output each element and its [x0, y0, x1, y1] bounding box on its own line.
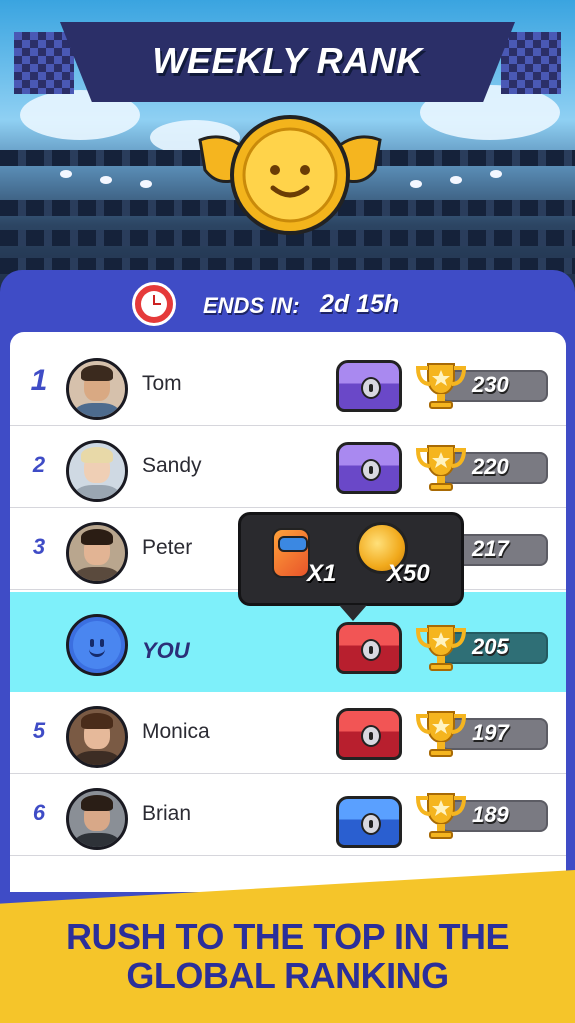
rank-number: 6 — [32, 800, 46, 825]
winged-coin-icon — [198, 115, 382, 235]
avatar — [66, 706, 128, 768]
timer-label: ENDS IN: — [203, 293, 300, 318]
rank-number: 2 — [32, 452, 46, 477]
avatar — [66, 358, 128, 420]
avatar — [66, 788, 128, 850]
trophy-icon — [415, 625, 467, 671]
purple-chest-icon[interactable] — [336, 442, 402, 494]
red-chest-icon[interactable] — [336, 708, 402, 760]
player-name: Brian — [142, 802, 192, 825]
coin-quantity: X50 — [387, 560, 430, 587]
timer-row: ENDS IN: 2d 15h — [0, 282, 575, 326]
rank-number: 5 — [32, 718, 46, 743]
player-name: Peter — [142, 536, 193, 559]
page-title: WEEKLY RANK — [152, 40, 423, 81]
avatar — [66, 440, 128, 502]
clock-icon — [132, 282, 176, 326]
red-chest-icon[interactable] — [336, 622, 402, 674]
stadium-light — [140, 180, 152, 188]
stadium-light — [490, 170, 502, 178]
promo-text-line-2: GLOBAL RANKING — [126, 955, 449, 996]
score-value: 230 — [472, 372, 509, 397]
energy-icon — [272, 528, 310, 578]
score-value: 205 — [472, 634, 509, 659]
leaderboard-list[interactable]: 1 Tom 230 2 Sandy 220 3 Peter 217 YOU 20… — [10, 332, 566, 892]
player-name: YOU — [142, 638, 190, 663]
avatar — [66, 522, 128, 584]
trophy-icon — [415, 363, 467, 409]
promo-text-line-1: RUSH TO THE TOP IN THE — [65, 916, 510, 957]
player-name: Sandy — [142, 454, 202, 477]
player-name: Tom — [142, 372, 182, 395]
purple-chest-icon[interactable] — [336, 360, 402, 412]
rank-number: 1 — [30, 364, 48, 397]
trophy-icon — [415, 711, 467, 757]
stadium-light — [450, 176, 462, 184]
score-value: 217 — [472, 536, 509, 561]
leaderboard-row[interactable]: 1 Tom 230 — [10, 344, 566, 426]
leaderboard-row[interactable]: 5 Monica 197 — [10, 692, 566, 774]
energy-quantity: X1 — [307, 560, 337, 587]
leaderboard-row[interactable]: 2 Sandy 220 — [10, 426, 566, 508]
score-value: 189 — [472, 802, 509, 827]
blue-chest-icon[interactable] — [336, 796, 402, 848]
avatar — [66, 614, 128, 676]
leaderboard-row[interactable]: 6 Brian 189 — [10, 774, 566, 856]
stadium-light — [60, 170, 72, 178]
score-value: 220 — [472, 454, 509, 479]
player-name: Monica — [142, 720, 210, 743]
rank-number: 3 — [32, 534, 46, 559]
timer-value: 2d 15h — [320, 290, 400, 318]
leaderboard-row-you[interactable]: YOU 205 — [10, 592, 566, 692]
trophy-icon — [415, 445, 467, 491]
score-value: 197 — [472, 720, 509, 745]
trophy-icon — [415, 793, 467, 839]
stadium-light — [100, 176, 112, 184]
stadium-light — [410, 180, 422, 188]
